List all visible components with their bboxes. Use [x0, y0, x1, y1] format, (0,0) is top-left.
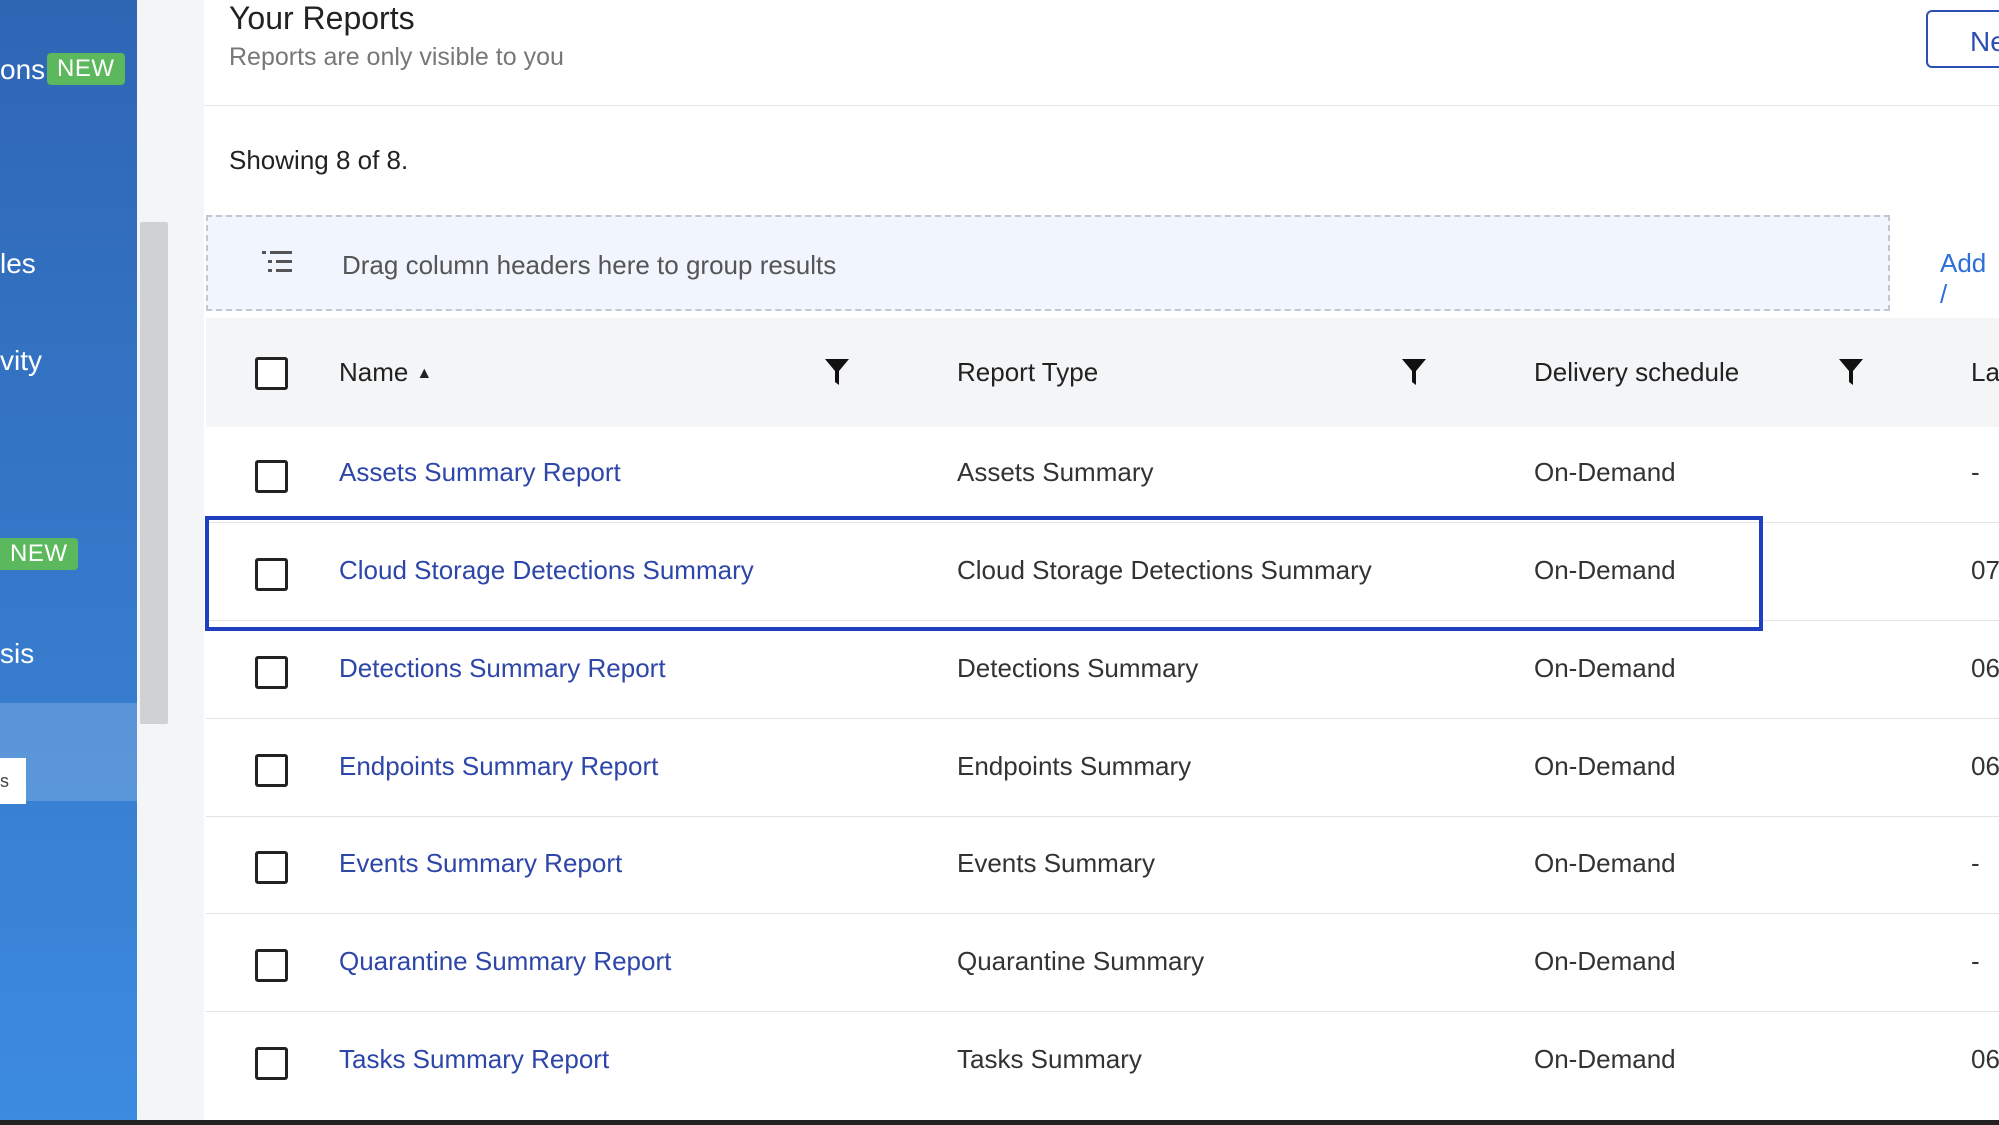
column-header-delivery-schedule[interactable]: Delivery schedule — [1534, 357, 1739, 388]
report-name-link[interactable]: Detections Summary Report — [339, 653, 666, 684]
report-name-link[interactable]: Endpoints Summary Report — [339, 751, 658, 782]
select-all-checkbox[interactable] — [255, 357, 288, 390]
report-name-link[interactable]: Tasks Summary Report — [339, 1044, 609, 1075]
filter-icon[interactable] — [1401, 358, 1427, 391]
report-type-cell: Assets Summary — [957, 457, 1154, 487]
last-run-cell: 06 — [1971, 653, 1999, 683]
column-header-last[interactable]: La — [1971, 357, 1999, 388]
new-report-button[interactable]: Ne — [1926, 10, 1999, 68]
delivery-schedule-cell: On-Demand — [1534, 555, 1676, 585]
last-run-cell: - — [1971, 946, 1980, 976]
last-run-cell: 06 — [1971, 751, 1999, 781]
report-type-cell: Cloud Storage Detections Summary — [957, 555, 1372, 585]
table-row[interactable]: Quarantine Summary Report Quarantine Sum… — [206, 916, 1999, 1012]
report-type-cell: Quarantine Summary — [957, 946, 1205, 976]
add-link[interactable]: Add / — [1940, 248, 1999, 310]
table-row[interactable]: Cloud Storage Detections Summary Cloud S… — [206, 525, 1999, 621]
last-run-cell: 07 — [1971, 555, 1999, 585]
sort-ascending-icon[interactable]: ▲ — [416, 365, 432, 383]
sidebar-tooltip: s — [0, 758, 26, 804]
report-name-link[interactable]: Quarantine Summary Report — [339, 946, 671, 977]
column-header-name[interactable]: Name ▲ — [339, 357, 432, 388]
row-checkbox[interactable] — [255, 460, 288, 493]
sidebar-item-label[interactable]: les — [0, 248, 36, 280]
page-title: Your Reports — [229, 0, 415, 36]
table-row[interactable]: Events Summary Report Events Summary On-… — [206, 818, 1999, 914]
group-by-drop-zone[interactable]: Drag column headers here to group result… — [206, 215, 1890, 311]
column-header-report-type[interactable]: Report Type — [957, 357, 1098, 388]
sidebar-scrollbar[interactable] — [140, 222, 168, 724]
row-checkbox[interactable] — [255, 558, 288, 591]
row-checkbox[interactable] — [255, 1047, 288, 1080]
row-checkbox[interactable] — [255, 656, 288, 689]
new-badge: NEW — [0, 538, 78, 570]
row-checkbox[interactable] — [255, 754, 288, 787]
delivery-schedule-cell: On-Demand — [1534, 457, 1676, 487]
table-row[interactable]: Endpoints Summary Report Endpoints Summa… — [206, 721, 1999, 817]
report-name-link[interactable]: Assets Summary Report — [339, 457, 621, 488]
delivery-schedule-cell: On-Demand — [1534, 848, 1676, 878]
header-divider — [204, 105, 1999, 106]
filter-icon[interactable] — [1838, 358, 1864, 391]
delivery-schedule-cell: On-Demand — [1534, 751, 1676, 781]
delivery-schedule-cell: On-Demand — [1534, 946, 1676, 976]
bottom-border — [0, 1120, 1999, 1125]
results-count: Showing 8 of 8. — [229, 145, 409, 175]
sidebar-item-label[interactable]: vity — [0, 345, 42, 377]
report-type-cell: Events Summary — [957, 848, 1155, 878]
row-checkbox[interactable] — [255, 949, 288, 982]
group-by-hint: Drag column headers here to group result… — [342, 250, 837, 280]
table-row[interactable]: Tasks Summary Report Tasks Summary On-De… — [206, 1014, 1999, 1110]
left-nav-sidebar: ons NEW les vity NEW sis s — [0, 0, 137, 1120]
row-checkbox[interactable] — [255, 851, 288, 884]
column-header-label: Name — [339, 357, 409, 387]
last-run-cell: - — [1971, 848, 1980, 878]
report-type-cell: Detections Summary — [957, 653, 1199, 683]
delivery-schedule-cell: On-Demand — [1534, 653, 1676, 683]
table-row[interactable]: Detections Summary Report Detections Sum… — [206, 623, 1999, 719]
page-subtitle: Reports are only visible to you — [229, 43, 564, 71]
report-type-cell: Tasks Summary — [957, 1044, 1142, 1074]
table-header-row: Name ▲ Report Type Delivery schedule La — [206, 318, 1999, 427]
group-list-icon — [262, 249, 292, 280]
sidebar-item-label[interactable]: ons — [0, 54, 45, 86]
last-run-cell: - — [1971, 457, 1980, 487]
table-row[interactable]: Assets Summary Report Assets Summary On-… — [206, 427, 1999, 523]
report-name-link[interactable]: Cloud Storage Detections Summary — [339, 555, 754, 586]
new-badge: NEW — [47, 53, 125, 85]
last-run-cell: 06 — [1971, 1044, 1999, 1074]
report-type-cell: Endpoints Summary — [957, 751, 1192, 781]
report-name-link[interactable]: Events Summary Report — [339, 848, 622, 879]
delivery-schedule-cell: On-Demand — [1534, 1044, 1676, 1074]
sidebar-item-label[interactable]: sis — [0, 638, 34, 670]
filter-icon[interactable] — [824, 358, 850, 391]
